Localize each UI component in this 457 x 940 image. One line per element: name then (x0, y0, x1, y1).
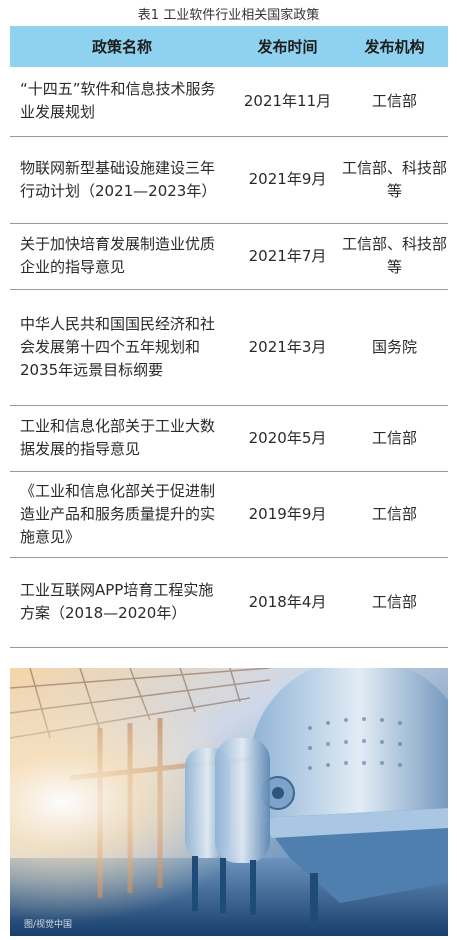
agency-cell: 工信部 (341, 405, 448, 472)
policy-name-cell: 工业互联网APP培育工程实施方案（2018—2020年） (10, 557, 234, 648)
table-header-row: 政策名称 发布时间 发布机构 (10, 26, 448, 67)
agency-cell: 工信部 (341, 471, 448, 558)
table-caption: 表1 工业软件行业相关国家政策 (137, 8, 320, 23)
policy-name-cell: 物联网新型基础设施建设三年行动计划（2021—2023年） (10, 136, 234, 224)
agency-cell: 工信部 (341, 557, 448, 648)
header-issuing-agency: 发布机构 (341, 26, 448, 67)
agency-cell: 工信部、科技部等 (341, 136, 448, 224)
header-policy-name: 政策名称 (10, 26, 234, 67)
policy-name-cell: 中华人民共和国国民经济和社会发展第十四个五年规划和2035年远景目标纲要 (10, 289, 234, 406)
table-row: 《工业和信息化部关于促进制造业产品和服务质量提升的实施意见》 2019年9月 工… (10, 471, 448, 558)
release-date-cell: 2021年9月 (234, 136, 341, 224)
policy-name-cell: 关于加快培育发展制造业优质企业的指导意见 (10, 223, 234, 290)
table-row: 中华人民共和国国民经济和社会发展第十四个五年规划和2035年远景目标纲要 202… (10, 289, 448, 406)
release-date-cell: 2020年5月 (234, 405, 341, 472)
factory-photo: 图/视觉中国 (10, 668, 448, 936)
policy-name-cell: 《工业和信息化部关于促进制造业产品和服务质量提升的实施意见》 (10, 471, 234, 558)
policy-table: 政策名称 发布时间 发布机构 “十四五”软件和信息技术服务业发展规划 2021年… (10, 26, 448, 648)
table-row: 工业互联网APP培育工程实施方案（2018—2020年） 2018年4月 工信部 (10, 557, 448, 648)
release-date-cell: 2019年9月 (234, 471, 341, 558)
policy-name-cell: 工业和信息化部关于工业大数据发展的指导意见 (10, 405, 234, 472)
table-row: 关于加快培育发展制造业优质企业的指导意见 2021年7月 工信部、科技部等 (10, 223, 448, 290)
release-date-cell: 2021年11月 (234, 67, 341, 137)
table-row: 物联网新型基础设施建设三年行动计划（2021—2023年） 2021年9月 工信… (10, 136, 448, 224)
factory-illustration (10, 668, 448, 936)
agency-cell: 工信部 (341, 67, 448, 137)
release-date-cell: 2021年3月 (234, 289, 341, 406)
release-date-cell: 2018年4月 (234, 557, 341, 648)
photo-watermark: 图/视觉中国 (24, 920, 73, 930)
policy-name-cell: “十四五”软件和信息技术服务业发展规划 (10, 67, 234, 137)
header-release-date: 发布时间 (234, 26, 341, 67)
agency-cell: 工信部、科技部等 (341, 223, 448, 290)
release-date-cell: 2021年7月 (234, 223, 341, 290)
table-row: “十四五”软件和信息技术服务业发展规划 2021年11月 工信部 (10, 67, 448, 137)
agency-cell: 国务院 (341, 289, 448, 406)
table-row: 工业和信息化部关于工业大数据发展的指导意见 2020年5月 工信部 (10, 405, 448, 472)
